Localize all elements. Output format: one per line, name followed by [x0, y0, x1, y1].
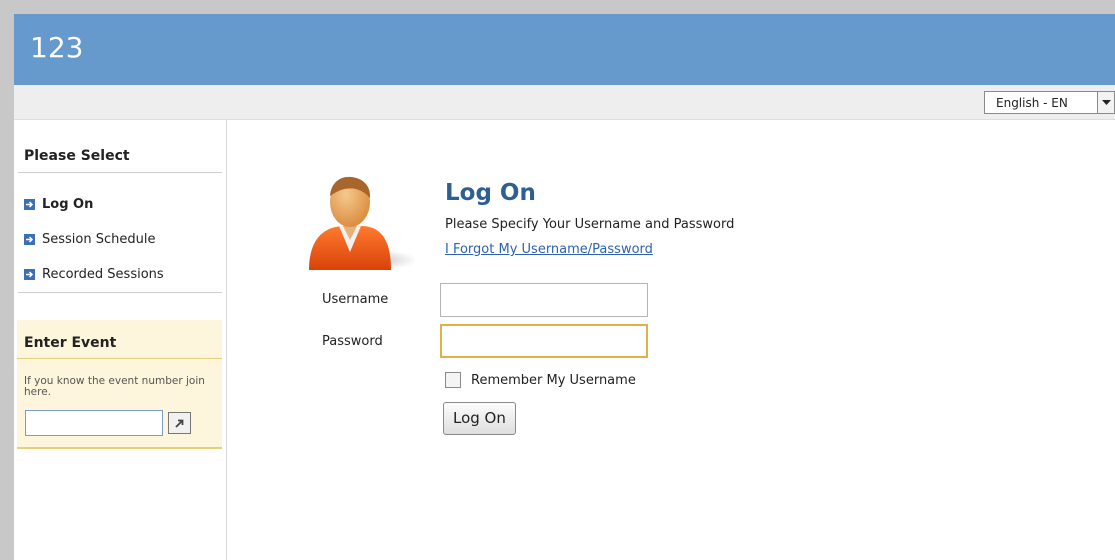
divider	[18, 172, 222, 173]
password-input[interactable]	[440, 324, 648, 358]
chevron-down-icon	[1102, 100, 1111, 105]
language-selected-value: English - EN	[996, 96, 1068, 110]
sidebar-item-label: Log On	[42, 196, 94, 212]
login-subtitle: Please Specify Your Username and Passwor…	[445, 217, 735, 232]
event-go-button[interactable]	[168, 412, 191, 434]
enter-event-help-text: If you know the event number join here.	[24, 375, 205, 398]
app-title: 123	[30, 31, 84, 64]
browser-page: 123 English - EN Please Select Log On Se…	[14, 14, 1115, 560]
language-select[interactable]: English - EN	[984, 91, 1115, 114]
log-on-button[interactable]: Log On	[443, 402, 516, 435]
sidebar-item-label: Session Schedule	[42, 231, 156, 247]
forgot-credentials-link[interactable]: I Forgot My Username/Password	[445, 242, 653, 257]
arrow-up-right-icon	[175, 419, 184, 428]
password-label: Password	[322, 334, 383, 349]
arrow-right-icon	[24, 268, 35, 280]
login-title: Log On	[445, 180, 536, 206]
user-avatar-icon	[309, 176, 415, 270]
arrow-right-icon	[24, 198, 35, 210]
sidebar-item-log-on[interactable]: Log On	[24, 194, 93, 214]
username-input[interactable]	[440, 283, 648, 317]
divider	[18, 292, 222, 293]
enter-event-title: Enter Event	[24, 335, 117, 351]
event-number-input[interactable]	[25, 410, 163, 436]
remember-username-checkbox[interactable]	[445, 372, 461, 388]
remember-username-label: Remember My Username	[471, 372, 636, 388]
enter-event-panel: Enter Event If you know the event number…	[17, 320, 222, 449]
sidebar-item-recorded-sessions[interactable]: Recorded Sessions	[24, 264, 164, 284]
sidebar-heading: Please Select	[24, 148, 130, 164]
main-content: Log On Please Specify Your Username and …	[227, 120, 1115, 560]
arrow-right-icon	[24, 233, 35, 245]
sidebar-item-session-schedule[interactable]: Session Schedule	[24, 229, 155, 249]
header-bar: 123	[14, 14, 1115, 85]
divider	[17, 358, 222, 359]
toolbar: English - EN	[14, 85, 1115, 120]
language-dropdown-button[interactable]	[1097, 91, 1115, 114]
sidebar: Please Select Log On Session Schedule Re…	[14, 120, 227, 560]
remember-username-row: Remember My Username	[445, 372, 636, 388]
sidebar-item-label: Recorded Sessions	[42, 266, 164, 282]
username-label: Username	[322, 292, 389, 307]
